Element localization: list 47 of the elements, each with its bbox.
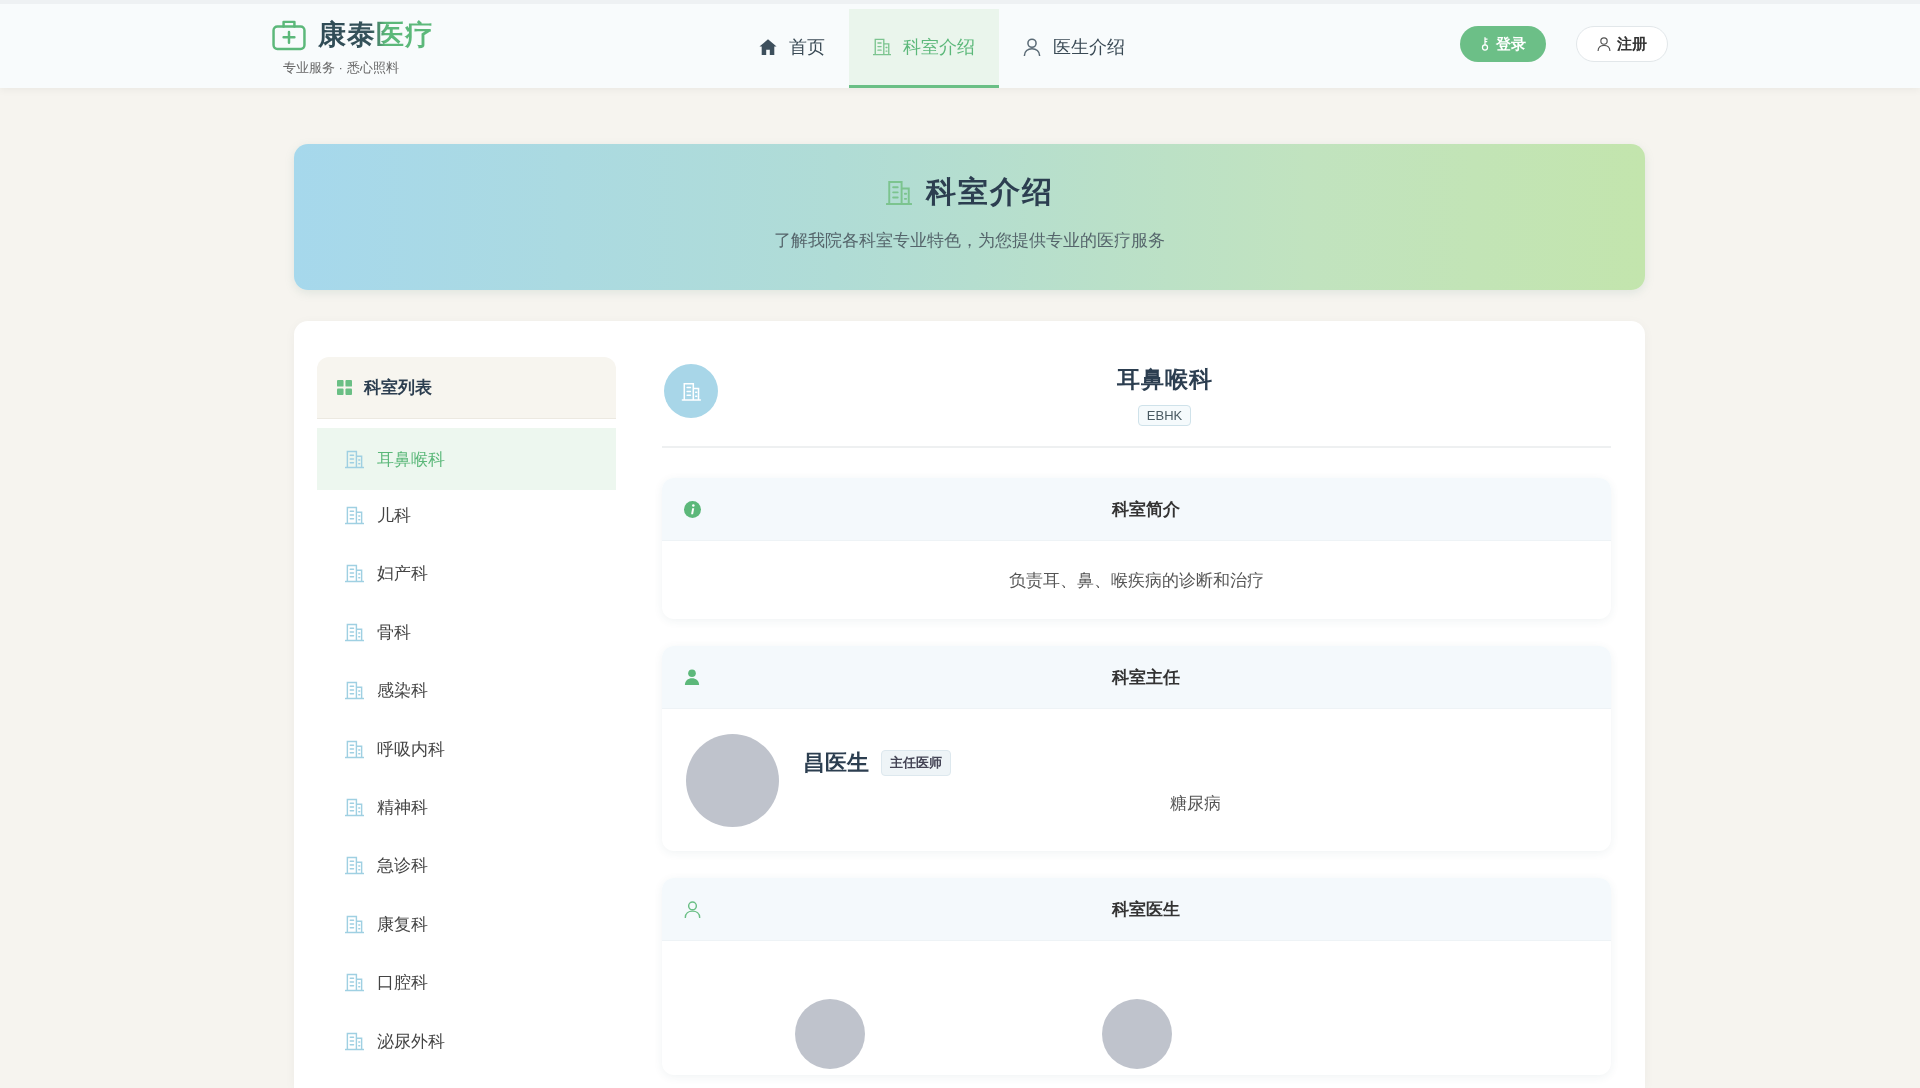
building-icon [664,364,718,418]
building-icon [885,179,912,206]
building-icon [345,973,364,993]
section-text: 负责耳、鼻、喉疾病的诊断和治疗 [1009,569,1264,592]
building-icon [345,622,364,642]
department-item[interactable]: 精神科 [317,778,616,837]
rank-badge: 主任医师 [881,750,951,776]
section-title: 科室简介 [1110,498,1181,521]
department-item[interactable]: 泌尿外科 [317,1011,616,1071]
register-button[interactable]: 注册 [1576,26,1668,62]
section-title: 科室医生 [1110,898,1181,921]
department-item[interactable]: 急诊科 [317,836,616,896]
person-icon [684,900,701,918]
department-item[interactable]: 妇产科 [317,544,616,604]
department-item[interactable]: 感染科 [317,661,616,720]
building-icon [345,739,364,759]
nav-tab[interactable]: 医生介绍 [999,9,1149,88]
department-item[interactable]: 康复科 [317,895,616,954]
info-icon [684,500,701,518]
department-item[interactable]: 骨科 [317,603,616,662]
building-icon [345,798,364,818]
building-icon [345,914,364,934]
building-icon [873,38,891,56]
banner-subtitle: 了解我院各科室专业特色，为您提供专业的医疗服务 [774,230,1165,252]
department-item[interactable]: 呼吸内科 [317,719,616,779]
sidebar-title: 科室列表 [364,377,432,399]
department-code: EBHK [1137,405,1192,426]
home-icon [759,38,777,56]
doctor-name: 昌医生 [803,749,869,777]
key-icon [1480,37,1490,51]
grid-icon [337,380,352,395]
banner-title: 科室介绍 [925,174,1054,210]
person-icon [684,669,700,685]
building-icon [345,506,364,526]
person-icon [1023,38,1041,56]
department-item[interactable]: 口腔科 [317,953,616,1012]
specialty-text: 糖尿病 [1168,793,1222,815]
section-title: 科室主任 [1110,666,1181,689]
site-slogan: 专业服务 · 悉心照料 [283,58,399,77]
building-icon [345,564,364,584]
department-name: 耳鼻喉科 [1116,365,1213,394]
building-icon [345,856,364,876]
building-icon [345,1031,364,1051]
nav-tab[interactable]: 首页 [735,9,849,88]
person-icon [1597,37,1611,51]
building-icon [345,449,364,469]
building-icon [345,681,364,701]
